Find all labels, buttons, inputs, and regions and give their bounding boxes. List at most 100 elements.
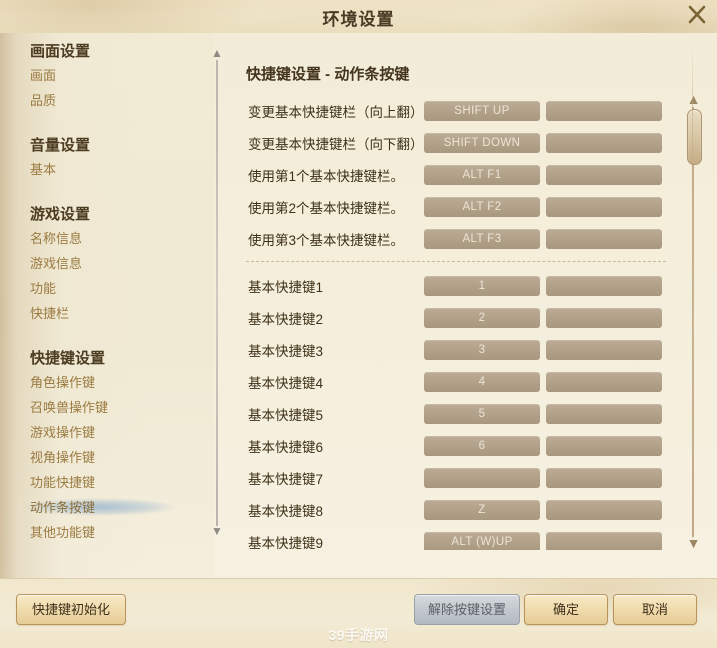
keybinding-primary-button[interactable]: ALT (W)UP [424,532,540,550]
content-scroll-up-icon[interactable]: ▲ [686,92,701,107]
sidebar-item-3-6[interactable]: 其他功能键 [0,520,214,545]
cancel-button[interactable]: 取消 [613,594,697,625]
window-titlebar: 环境设置 [0,0,717,33]
sidebar-item-label: 快捷栏 [30,306,70,321]
sidebar-item-label: 品质 [30,93,57,108]
keybinding-label: 基本快捷键7 [248,472,324,487]
init-hotkeys-button[interactable]: 快捷键初始化 [16,594,126,625]
confirm-button[interactable]: 确定 [524,594,608,625]
keybinding-primary-button[interactable]: 6 [424,436,540,456]
keybinding-row: 基本快捷键8 Z [228,494,678,526]
sidebar-item-label: 视角操作键 [30,450,96,465]
keybinding-primary-button[interactable]: SHIFT DOWN [424,133,540,153]
keybinding-row: 基本快捷键9 ALT (W)UP [228,526,678,550]
content-title: 快捷键设置 - 动作条按键 [246,66,410,83]
sidebar-item-1-0[interactable]: 基本 [0,157,214,182]
content-scrollbar-thumb[interactable] [687,109,702,165]
keybinding-label: 使用第2个基本快捷键栏。 [248,201,405,216]
keybinding-primary-button[interactable]: 2 [424,308,540,328]
keybinding-primary-button[interactable]: 3 [424,340,540,360]
keybinding-label: 使用第3个基本快捷键栏。 [248,233,405,248]
sidebar-item-label: 名称信息 [30,231,83,246]
keybinding-secondary-button[interactable] [546,404,662,424]
keybinding-row: 变更基本快捷键栏（向下翻） SHIFT DOWN [228,127,678,159]
keybinding-label: 基本快捷键3 [248,344,324,359]
sidebar-scrollbar[interactable]: ▲ ▼ [209,47,225,538]
keybinding-secondary-button[interactable] [546,276,662,296]
keybinding-primary-button[interactable] [424,468,540,488]
clear-keybind-button[interactable]: 解除按键设置 [414,594,520,625]
keybinding-secondary-button[interactable] [546,197,662,217]
keybinding-label: 变更基本快捷键栏（向下翻） [248,137,424,152]
keybinding-secondary-button[interactable] [546,532,662,550]
keybinding-row: 基本快捷键2 2 [228,302,678,334]
content-scroll-down-icon[interactable]: ▼ [686,536,701,551]
sidebar-item-label: 其他功能键 [30,525,96,540]
keybinding-label: 基本快捷键9 [248,536,324,550]
sidebar-scroll-down-icon[interactable]: ▼ [211,525,223,538]
sidebar-item-2-1[interactable]: 游戏信息 [0,251,214,276]
keybinding-primary-button[interactable]: SHIFT UP [424,101,540,121]
keybinding-row: 使用第1个基本快捷键栏。 ALT F1 [228,159,678,191]
sidebar-group-title: 游戏设置 [30,206,91,223]
keybinding-list: 变更基本快捷键栏（向上翻） SHIFT UP 变更基本快捷键栏（向下翻） SHIFT … [228,95,678,550]
keybinding-row: 基本快捷键3 3 [228,334,678,366]
sidebar-item-0-0[interactable]: 画面 [0,63,214,88]
keybinding-secondary-button[interactable] [546,133,662,153]
keybinding-secondary-button[interactable] [546,229,662,249]
keybinding-secondary-button[interactable] [546,468,662,488]
keybinding-secondary-button[interactable] [546,372,662,392]
keybinding-row: 基本快捷键4 4 [228,366,678,398]
sidebar-item-3-2[interactable]: 游戏操作键 [0,420,214,445]
keybinding-secondary-button[interactable] [546,101,662,121]
sidebar-group: 画面设置 画面 品质 [0,41,214,113]
keybinding-secondary-button[interactable] [546,500,662,520]
keybinding-secondary-button[interactable] [546,340,662,360]
sidebar-scroll-up-icon[interactable]: ▲ [211,47,223,60]
sidebar-item-label: 动作条按键 [30,500,96,515]
content-panel: 快捷键设置 - 动作条按键 变更基本快捷键栏（向上翻） SHIFT UP 变更基本快… [228,55,688,555]
sidebar-item-label: 画面 [30,68,57,83]
keybinding-primary-button[interactable]: Z [424,500,540,520]
sidebar-item-3-1[interactable]: 召唤兽操作键 [0,395,214,420]
section-divider [246,261,666,263]
panel-right-edge [692,45,693,550]
sidebar-item-2-0[interactable]: 名称信息 [0,226,214,251]
sidebar-item-2-2[interactable]: 功能 [0,276,214,301]
sidebar-group: 游戏设置名称信息游戏信息 功能快捷栏 [0,204,214,326]
sidebar-group-title: 画面设置 [30,43,91,60]
keybinding-row: 基本快捷键5 5 [228,398,678,430]
keybinding-secondary-button[interactable] [546,436,662,456]
keybinding-primary-button[interactable]: 1 [424,276,540,296]
sidebar-group-title: 快捷键设置 [30,350,106,367]
sidebar-item-3-4[interactable]: 功能快捷键 [0,470,214,495]
keybinding-label: 使用第1个基本快捷键栏。 [248,169,405,184]
keybinding-row: 基本快捷键6 6 [228,430,678,462]
keybinding-label: 变更基本快捷键栏（向上翻） [248,105,424,120]
keybinding-row: 使用第3个基本快捷键栏。 ALT F3 [228,223,678,255]
keybinding-row: 基本快捷键1 1 [228,270,678,302]
sidebar: 画面设置 画面 品质 音量设置 基本 游戏设置 名称信息 游戏信息 功能 快捷栏 快捷键设置 角色操作… [0,33,214,578]
sidebar-item-0-1[interactable]: 品质 [0,88,214,113]
keybinding-row: 基本快捷键7 [228,462,678,494]
sidebar-item-3-0[interactable]: 角色操作键 [0,370,214,395]
keybinding-primary-button[interactable]: ALT F3 [424,229,540,249]
keybinding-secondary-button[interactable] [546,308,662,328]
close-icon[interactable] [685,3,709,27]
sidebar-item-label: 游戏操作键 [30,425,96,440]
sidebar-scrollbar-track[interactable] [216,60,218,526]
content-scrollbar[interactable]: ▲ ▼ [683,92,703,551]
keybinding-primary-button[interactable]: 5 [424,404,540,424]
sidebar-item-3-5[interactable]: 动作条按键 [0,495,214,520]
keybinding-row: 使用第2个基本快捷键栏。 ALT F2 [228,191,678,223]
keybinding-primary-button[interactable]: 4 [424,372,540,392]
keybinding-primary-button[interactable]: ALT F2 [424,197,540,217]
keybinding-secondary-button[interactable] [546,165,662,185]
sidebar-item-3-3[interactable]: 视角操作键 [0,445,214,470]
sidebar-group: 快捷键设置角色操作键召唤兽操作键游戏操作键视角操作键功能快捷键动作条按键其他功能… [0,348,214,545]
keybinding-label: 基本快捷键1 [248,280,324,295]
window-title: 环境设置 [322,10,395,29]
sidebar-item-label: 角色操作键 [30,375,96,390]
sidebar-item-2-3[interactable]: 快捷栏 [0,301,214,326]
keybinding-primary-button[interactable]: ALT F1 [424,165,540,185]
